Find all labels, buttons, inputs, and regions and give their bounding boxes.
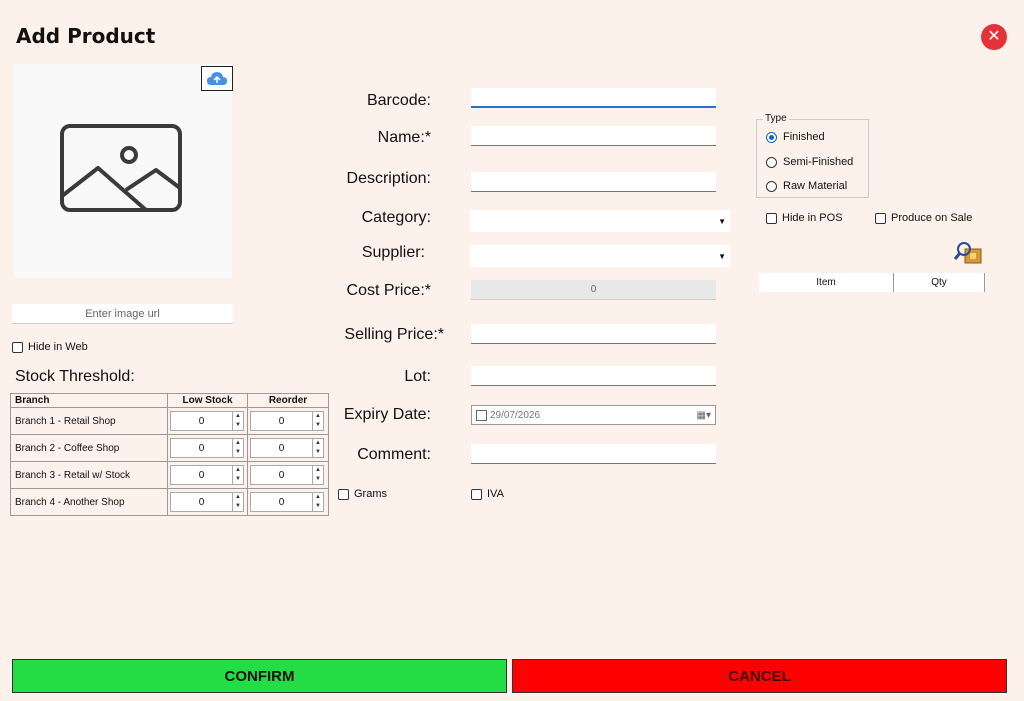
confirm-button[interactable]: CONFIRM xyxy=(12,659,507,693)
type-finished-radio[interactable]: Finished xyxy=(766,131,825,143)
column-header: Qty xyxy=(894,273,985,292)
checkbox-label: Hide in POS xyxy=(782,212,843,224)
barcode-input[interactable] xyxy=(471,88,716,108)
type-semi-finished-radio[interactable]: Semi-Finished xyxy=(766,156,853,168)
checkbox-label: Produce on Sale xyxy=(891,212,973,224)
radio-label: Finished xyxy=(783,131,825,143)
hide-in-pos-checkbox[interactable]: Hide in POS xyxy=(766,212,843,224)
stepper-arrows[interactable]: ▲ ▼ xyxy=(232,466,243,484)
branch-name: Branch 3 - Retail w/ Stock xyxy=(9,461,169,489)
selling-price-input[interactable] xyxy=(471,324,716,344)
low-stock-stepper[interactable]: 0 ▲ ▼ xyxy=(170,438,245,458)
reorder-stepper[interactable]: 0 ▲ ▼ xyxy=(250,492,324,512)
checkbox-label: Hide in Web xyxy=(28,341,88,353)
checkbox-box[interactable] xyxy=(766,212,777,224)
comment-label: Comment: xyxy=(357,446,431,463)
page-title: Add Product xyxy=(16,24,156,48)
column-header: Item xyxy=(759,273,894,292)
image-url-input[interactable] xyxy=(12,304,233,324)
category-select[interactable]: ▼ xyxy=(470,210,730,232)
close-icon: ✕ xyxy=(987,28,1001,45)
search-package-icon xyxy=(953,242,982,264)
supplier-label: Supplier: xyxy=(361,244,425,261)
checkbox-box[interactable] xyxy=(12,341,23,353)
checkbox-box[interactable] xyxy=(338,488,349,500)
description-input[interactable] xyxy=(471,172,716,192)
column-header: Branch xyxy=(9,393,169,408)
cost-price-input[interactable]: 0 xyxy=(471,280,716,300)
upload-image-button[interactable] xyxy=(201,66,233,91)
radio-label: Semi-Finished xyxy=(783,156,854,168)
iva-checkbox[interactable]: IVA xyxy=(471,488,504,500)
branch-name: Branch 1 - Retail Shop xyxy=(9,407,169,435)
branch-name: Branch 2 - Coffee Shop xyxy=(9,434,169,462)
low-stock-stepper[interactable]: 0 ▲ ▼ xyxy=(170,492,245,512)
description-label: Description: xyxy=(346,170,431,187)
stock-threshold-title: Stock Threshold: xyxy=(15,368,135,385)
lot-label: Lot: xyxy=(404,368,431,385)
stepper-arrows[interactable]: ▲ ▼ xyxy=(232,439,243,457)
cloud-upload-icon xyxy=(207,71,227,85)
column-header: Low Stock xyxy=(167,393,248,408)
table-row: Branch 4 - Another Shop 0 ▲ ▼ 0 ▲ ▼ xyxy=(9,488,329,516)
cancel-button[interactable]: CANCEL xyxy=(512,659,1007,693)
chevron-down-icon: ▼ xyxy=(718,216,726,226)
stepper-arrows[interactable]: ▲ ▼ xyxy=(312,493,323,511)
comment-input[interactable] xyxy=(471,444,716,464)
reorder-stepper[interactable]: 0 ▲ ▼ xyxy=(250,465,324,485)
type-legend: Type xyxy=(763,113,789,124)
stepper-arrows[interactable]: ▲ ▼ xyxy=(312,466,323,484)
selling-price-label: Selling Price:* xyxy=(344,326,444,343)
low-stock-stepper[interactable]: 0 ▲ ▼ xyxy=(170,465,245,485)
image-icon xyxy=(60,124,182,212)
expiry-date-picker[interactable]: 29/07/2026 ▦▾ xyxy=(471,405,716,425)
chevron-down-icon: ▼ xyxy=(718,251,726,261)
checkbox-label: Grams xyxy=(354,488,387,500)
type-raw-material-radio[interactable]: Raw Material xyxy=(766,180,847,192)
radio-dot[interactable] xyxy=(766,131,777,143)
radio-label: Raw Material xyxy=(783,180,848,192)
checkbox-box[interactable] xyxy=(875,212,886,224)
produce-on-sale-checkbox[interactable]: Produce on Sale xyxy=(875,212,972,224)
table-row: Branch 3 - Retail w/ Stock 0 ▲ ▼ 0 ▲ ▼ xyxy=(9,461,329,489)
calendar-icon[interactable]: ▦▾ xyxy=(697,410,711,421)
stepper-arrows[interactable]: ▲ ▼ xyxy=(232,493,243,511)
cost-price-label: Cost Price:* xyxy=(346,282,431,299)
date-enable-checkbox[interactable] xyxy=(476,409,487,421)
category-label: Category: xyxy=(361,209,431,226)
barcode-label: Barcode: xyxy=(366,92,431,109)
parts-table-header: Item Qty xyxy=(759,273,986,292)
name-input[interactable] xyxy=(471,126,716,146)
name-label: Name:* xyxy=(377,129,431,146)
branch-name: Branch 4 - Another Shop xyxy=(9,488,169,516)
expiry-date-label: Expiry Date: xyxy=(343,406,431,423)
stepper-arrows[interactable]: ▲ ▼ xyxy=(232,412,243,430)
supplier-select[interactable]: ▼ xyxy=(470,245,730,267)
grams-checkbox[interactable]: Grams xyxy=(338,488,387,500)
checkbox-box[interactable] xyxy=(471,488,482,500)
radio-dot[interactable] xyxy=(766,180,777,192)
close-button[interactable]: ✕ xyxy=(981,24,1007,50)
low-stock-stepper[interactable]: 0 ▲ ▼ xyxy=(170,411,245,431)
lot-input[interactable] xyxy=(471,366,716,386)
search-parts-button[interactable] xyxy=(953,240,985,266)
hide-in-web-checkbox[interactable]: Hide in Web xyxy=(12,341,88,353)
checkbox-label: IVA xyxy=(487,488,504,500)
image-preview[interactable] xyxy=(14,64,232,278)
date-value: 29/07/2026 xyxy=(490,409,541,421)
radio-dot[interactable] xyxy=(766,156,777,168)
